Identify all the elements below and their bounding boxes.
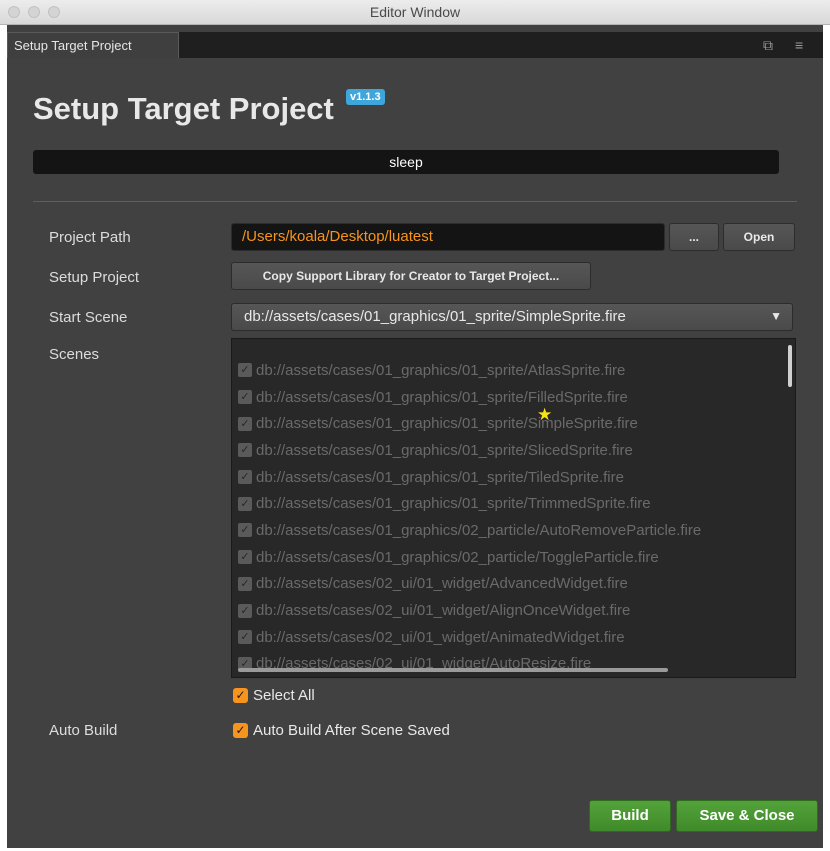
scene-checkbox[interactable]: ✓ xyxy=(238,470,252,485)
browse-button[interactable]: ... xyxy=(669,223,719,251)
popout-icon[interactable]: ⧉ xyxy=(763,37,773,54)
scene-checkbox[interactable]: ✓ xyxy=(238,550,252,565)
start-scene-value: db://assets/cases/01_graphics/01_sprite/… xyxy=(244,308,626,325)
auto-build-checkbox-label[interactable]: Auto Build After Scene Saved xyxy=(253,722,450,739)
list-item[interactable]: ✓ db://assets/cases/01_graphics/01_sprite… xyxy=(238,490,786,517)
scene-path: db://assets/cases/01_graphics/02_particl… xyxy=(256,548,659,566)
scene-checkbox[interactable]: ✓ xyxy=(238,603,252,618)
project-path-input[interactable]: /Users/koala/Desktop/luatest xyxy=(231,223,665,251)
scene-path: db://assets/cases/01_graphics/02_particl… xyxy=(256,521,702,539)
scene-path: db://assets/cases/01_graphics/01_sprite/… xyxy=(256,388,628,406)
scene-checkbox[interactable]: ✓ xyxy=(238,523,252,538)
scene-list: ✓ db://assets/cases/01_graphics/01_sprite… xyxy=(238,357,786,677)
horizontal-scrollbar[interactable] xyxy=(238,668,668,672)
auto-build-label: Auto Build xyxy=(49,722,118,739)
scene-checkbox[interactable]: ✓ xyxy=(238,630,252,645)
menu-icon[interactable]: ≡ xyxy=(795,37,803,53)
divider xyxy=(33,201,797,202)
start-scene-select[interactable]: db://assets/cases/01_graphics/01_sprite/… xyxy=(231,303,793,331)
version-badge: v1.1.3 xyxy=(346,89,385,105)
list-item[interactable]: ✓ db://assets/cases/01_graphics/01_sprite… xyxy=(238,357,786,384)
list-item[interactable]: ✓ db://assets/cases/02_ui/01_widget/Advan… xyxy=(238,571,786,598)
copy-support-library-button[interactable]: Copy Support Library for Creator to Targ… xyxy=(231,262,591,290)
window-title: Editor Window xyxy=(369,4,461,20)
scene-path: db://assets/cases/01_graphics/01_sprite/… xyxy=(256,441,633,459)
scene-path: db://assets/cases/01_graphics/01_sprite/… xyxy=(256,361,626,379)
scene-checkbox[interactable]: ✓ xyxy=(238,496,252,511)
list-item[interactable]: ✓ db://assets/cases/02_ui/01_widget/Anima… xyxy=(238,624,786,651)
scene-path: db://assets/cases/01_graphics/01_sprite/… xyxy=(256,415,638,433)
auto-build-checkbox[interactable]: ✓ xyxy=(233,723,248,738)
editor-window: Setup Target Project ⧉ ≡ Setup Target Pr… xyxy=(7,25,823,848)
tab-setup-target-project[interactable]: Setup Target Project xyxy=(7,32,179,58)
star-icon: ★ xyxy=(537,405,553,424)
list-item[interactable]: ✓ db://assets/cases/01_graphics/01_sprite… xyxy=(238,437,786,464)
list-item[interactable]: ✓ db://assets/cases/01_graphics/02_partic… xyxy=(238,544,786,571)
chevron-down-icon: ▼ xyxy=(770,309,782,323)
select-all-label[interactable]: Select All xyxy=(253,687,315,704)
list-item[interactable]: ✓ db://assets/cases/02_ui/01_widget/Align… xyxy=(238,597,786,624)
scene-checkbox[interactable]: ✓ xyxy=(238,390,252,405)
scene-checkbox[interactable]: ✓ xyxy=(238,416,252,431)
scenes-list-box[interactable]: ✓ db://assets/cases/01_graphics/01_sprite… xyxy=(231,338,796,678)
scene-checkbox[interactable]: ✓ xyxy=(238,443,252,458)
scenes-label: Scenes xyxy=(49,346,100,363)
setup-project-label: Setup Project xyxy=(49,269,140,286)
list-item[interactable]: ✓ db://assets/cases/01_graphics/01_sprite… xyxy=(238,464,786,491)
list-item[interactable]: ✓ db://assets/cases/02_ui/01_widget/AutoR… xyxy=(238,651,786,677)
list-item[interactable]: ✓ db://assets/cases/01_graphics/02_partic… xyxy=(238,517,786,544)
start-scene-label: Start Scene xyxy=(49,309,128,326)
scene-path: db://assets/cases/01_graphics/01_sprite/… xyxy=(256,468,624,486)
tab-bar: Setup Target Project ⧉ ≡ xyxy=(7,32,823,58)
build-button[interactable]: Build xyxy=(589,800,671,832)
scene-path: db://assets/cases/02_ui/01_widget/Animat… xyxy=(256,628,625,646)
page-title: Setup Target Project xyxy=(33,91,334,126)
open-button[interactable]: Open xyxy=(723,223,795,251)
list-item[interactable]: ✓ db://assets/cases/01_graphics/01_sprite… xyxy=(238,410,786,437)
vertical-scrollbar[interactable] xyxy=(788,345,792,387)
title-bar: Editor Window xyxy=(0,0,830,25)
select-all-checkbox[interactable]: ✓ xyxy=(233,688,248,703)
scene-path: db://assets/cases/02_ui/01_widget/AlignO… xyxy=(256,602,631,620)
scene-path: db://assets/cases/01_graphics/01_sprite/… xyxy=(256,495,651,513)
project-path-label: Project Path xyxy=(49,229,131,246)
scene-checkbox[interactable]: ✓ xyxy=(238,576,252,591)
list-item[interactable]: ✓ db://assets/cases/01_graphics/01_sprite… xyxy=(238,384,786,411)
save-close-button[interactable]: Save & Close xyxy=(676,800,818,832)
scene-checkbox[interactable]: ✓ xyxy=(238,363,252,378)
scene-path: db://assets/cases/02_ui/01_widget/Advanc… xyxy=(256,575,628,593)
status-bar: sleep xyxy=(33,150,779,174)
